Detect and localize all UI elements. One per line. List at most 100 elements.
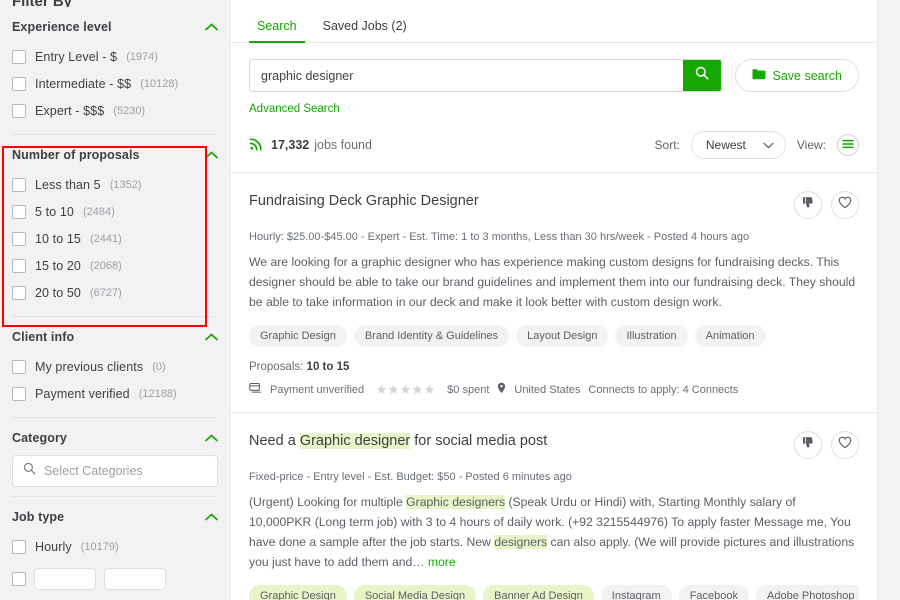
tab-bar: Search Saved Jobs (2) <box>231 0 877 43</box>
chevron-up-icon[interactable] <box>205 333 218 341</box>
job-tag[interactable]: Social Media Design <box>353 585 477 600</box>
filter-count-entry-level: (1974) <box>126 51 158 63</box>
job-title[interactable]: Fundraising Deck Graphic Designer <box>249 191 479 211</box>
chevron-down-icon <box>763 138 774 152</box>
checkbox-intermediate[interactable] <box>12 77 26 91</box>
desc-highlight: designers <box>494 534 548 549</box>
filter-count-15-to-20: (2068) <box>89 260 122 272</box>
results-bar: 17,332 jobs found Sort: Newest View: <box>231 117 877 172</box>
checkbox-fixed-price[interactable] <box>12 572 26 586</box>
filter-option-my-previous-clients[interactable]: My previous clients (0) <box>12 354 218 381</box>
filter-count-20-to-50: (6727) <box>89 287 122 299</box>
category-search-input[interactable]: Select Categories <box>12 455 218 487</box>
desc-part: (Urgent) Looking for multiple <box>249 495 407 510</box>
filter-option-expert[interactable]: Expert - $$$ (5230) <box>12 98 218 125</box>
max-rate-input[interactable] <box>104 568 166 590</box>
chevron-up-icon[interactable] <box>205 151 218 159</box>
job-tag[interactable]: Instagram <box>600 585 672 600</box>
min-rate-input[interactable] <box>34 568 96 590</box>
job-tags: Graphic Design Brand Identity & Guidelin… <box>249 325 859 348</box>
filter-section-header-client-info[interactable]: Client info <box>12 317 218 354</box>
filter-option-less-than-5[interactable]: Less than 5 (1352) <box>12 172 218 199</box>
search-field-wrapper <box>249 59 722 92</box>
checkbox-15-to-20[interactable] <box>12 259 26 273</box>
job-tag[interactable]: Animation <box>694 325 766 348</box>
jobs-found-count: 17,332 <box>271 138 310 152</box>
job-card[interactable]: Fundraising Deck Graphic Designer Hourly… <box>231 172 877 412</box>
more-link[interactable]: more <box>428 555 456 569</box>
job-tag[interactable]: Adobe Photoshop <box>756 585 859 600</box>
filter-section-header-category[interactable]: Category <box>12 418 218 455</box>
filter-label-entry-level: Entry Level - $ <box>35 50 118 64</box>
rss-icon[interactable] <box>249 137 263 154</box>
dislike-button[interactable] <box>794 431 822 460</box>
filter-count-my-previous-clients: (0) <box>152 361 166 373</box>
save-search-button[interactable]: Save search <box>734 59 859 92</box>
folder-icon <box>752 68 766 83</box>
chevron-up-icon[interactable] <box>205 23 218 31</box>
filter-title-client-info: Client info <box>12 330 75 344</box>
filter-option-5-to-10[interactable]: 5 to 10 (2484) <box>12 199 218 226</box>
job-tag[interactable]: Banner Ad Design <box>483 585 594 600</box>
checkbox-less-than-5[interactable] <box>12 178 26 192</box>
sort-and-view-controls: Sort: Newest View: <box>655 131 859 159</box>
checkbox-entry-level[interactable] <box>12 50 26 64</box>
search-submit-button[interactable] <box>682 60 721 91</box>
save-job-button[interactable] <box>831 431 859 460</box>
hourly-rate-range-row <box>12 561 218 590</box>
tab-saved-jobs[interactable]: Saved Jobs (2) <box>315 19 415 42</box>
filter-option-20-to-50[interactable]: 20 to 50 (6727) <box>12 280 218 307</box>
filter-title-job-type: Job type <box>12 510 65 524</box>
dislike-button[interactable] <box>794 191 822 219</box>
category-placeholder: Select Categories <box>44 464 143 478</box>
filter-section-header-job-type[interactable]: Job type <box>12 497 218 534</box>
filter-title-proposals: Number of proposals <box>12 148 140 162</box>
tab-search[interactable]: Search <box>249 19 305 43</box>
filter-option-hourly[interactable]: Hourly (10179) <box>12 534 218 561</box>
checkbox-5-to-10[interactable] <box>12 205 26 219</box>
filter-label-payment-verified: Payment verified <box>35 387 130 401</box>
job-client-info: Payment unverified $0 spent United State… <box>249 382 859 397</box>
search-area: Save search Advanced Search <box>231 43 877 117</box>
advanced-search-link[interactable]: Advanced Search <box>249 103 340 115</box>
filter-option-intermediate[interactable]: Intermediate - $$ (10128) <box>12 71 218 98</box>
chevron-up-icon[interactable] <box>205 434 218 442</box>
filter-section-header-experience[interactable]: Experience level <box>12 7 218 44</box>
job-description: (Urgent) Looking for multiple Graphic de… <box>249 493 859 572</box>
filter-section-client-info: Client info My previous clients (0) Paym… <box>0 317 230 408</box>
search-input[interactable] <box>250 60 683 91</box>
job-actions <box>794 431 859 460</box>
job-card[interactable]: Need a Graphic designer for social media… <box>231 412 877 600</box>
job-tag[interactable]: Illustration <box>615 325 688 348</box>
heart-icon <box>838 436 852 454</box>
sort-dropdown[interactable]: Newest <box>690 131 786 159</box>
filter-count-intermediate: (10128) <box>140 78 179 90</box>
checkbox-expert[interactable] <box>12 104 26 118</box>
save-search-label: Save search <box>772 68 842 83</box>
filter-count-payment-verified: (12188) <box>138 388 177 400</box>
checkbox-20-to-50[interactable] <box>12 286 26 300</box>
search-icon <box>695 66 709 85</box>
save-job-button[interactable] <box>831 191 859 219</box>
job-tag[interactable]: Brand Identity & Guidelines <box>353 325 510 348</box>
checkbox-10-to-15[interactable] <box>12 232 26 246</box>
job-tag[interactable]: Graphic Design <box>249 325 347 348</box>
sort-value: Newest <box>705 138 746 152</box>
checkbox-payment-verified[interactable] <box>12 387 26 401</box>
job-tag[interactable]: Facebook <box>678 585 750 600</box>
chevron-up-icon[interactable] <box>205 513 218 521</box>
job-tag[interactable]: Layout Design <box>516 325 609 348</box>
filter-option-payment-verified[interactable]: Payment verified (12188) <box>12 381 218 408</box>
filter-option-entry-level[interactable]: Entry Level - $ (1974) <box>12 44 218 71</box>
filter-option-15-to-20[interactable]: 15 to 20 (2068) <box>12 253 218 280</box>
filter-section-job-type: Job type Hourly (10179) <box>0 497 230 590</box>
job-title[interactable]: Need a Graphic designer for social media… <box>249 431 547 451</box>
filter-section-header-proposals[interactable]: Number of proposals <box>12 135 218 172</box>
checkbox-hourly[interactable] <box>12 540 26 554</box>
payment-status-label: Payment unverified <box>270 383 365 396</box>
job-tag[interactable]: Graphic Design <box>249 585 347 600</box>
view-list-toggle[interactable] <box>837 134 859 156</box>
client-spent: $0 spent <box>447 383 490 396</box>
checkbox-my-previous-clients[interactable] <box>12 360 26 374</box>
filter-option-10-to-15[interactable]: 10 to 15 (2441) <box>12 226 218 253</box>
